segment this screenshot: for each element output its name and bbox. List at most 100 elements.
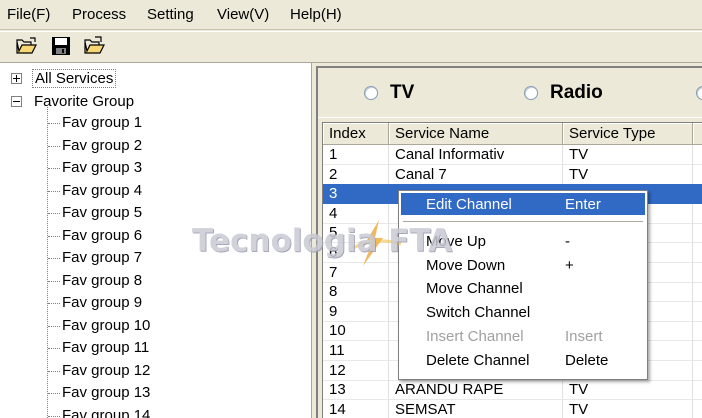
service-type-selector: TV Radio — [318, 68, 702, 118]
menu-edit-channel[interactable]: Edit Channel Enter — [401, 193, 645, 215]
cell-extra — [693, 263, 702, 283]
tree-item-fav-group[interactable]: Fav group 2 — [62, 135, 302, 157]
tree-item-fav-group[interactable]: Fav group 14 — [62, 405, 302, 418]
cell-service-type: TV — [563, 145, 693, 165]
table-row[interactable]: 13 ARANDU RAPE TV — [323, 380, 702, 401]
tree-item-label: Favorite Group — [34, 93, 135, 110]
cell-service-type: TV — [563, 380, 693, 401]
tree-item-fav-group[interactable]: Fav group 3 — [62, 157, 302, 179]
tree-connector — [48, 145, 60, 147]
save-button[interactable] — [50, 36, 74, 58]
tree-item-label: Fav group 14 — [62, 406, 151, 418]
tree-item-fav-group[interactable]: Fav group 4 — [62, 180, 302, 202]
menu-item-label: Edit Channel — [426, 196, 512, 213]
open-folder-icon — [16, 37, 37, 54]
cell-index: 10 — [323, 321, 389, 342]
tree-item-fav-group[interactable]: Fav group 10 — [62, 315, 302, 337]
menu-view[interactable]: View(V) — [217, 6, 269, 23]
tree-item-label: Fav group 12 — [62, 361, 151, 379]
radio-button-icon[interactable] — [696, 86, 702, 100]
cell-index: 1 — [323, 145, 389, 165]
open-file-button[interactable] — [84, 36, 108, 58]
menu-move-channel[interactable]: Move Channel — [401, 277, 645, 299]
column-extra[interactable] — [693, 123, 702, 145]
table-header: Index Service Name Service Type — [323, 123, 702, 145]
tree-connector — [48, 235, 60, 237]
cell-extra — [693, 184, 702, 205]
open-file-icon — [84, 36, 105, 54]
tree-item-label: Fav group 6 — [62, 226, 143, 244]
expand-plus-icon[interactable] — [11, 73, 22, 84]
menu-item-shortcut: Insert — [565, 328, 603, 345]
menu-delete-channel[interactable]: Delete Channel Delete — [401, 349, 645, 371]
cell-extra — [693, 223, 702, 244]
save-icon — [52, 37, 70, 55]
tree-connector — [48, 168, 60, 169]
toolbar — [0, 31, 702, 63]
tree-connector — [48, 393, 60, 394]
tree-connector — [48, 280, 60, 282]
radio-tv-label: TV — [390, 82, 415, 103]
tree-item-fav-group[interactable]: Fav group 1 — [62, 112, 302, 134]
radio-radio[interactable]: Radio — [524, 82, 624, 104]
column-index[interactable]: Index — [323, 123, 389, 145]
cell-extra — [693, 341, 702, 361]
radio-partial[interactable] — [696, 82, 702, 104]
cell-extra — [693, 282, 702, 303]
tree-item-fav-group[interactable]: Fav group 6 — [62, 225, 302, 247]
cell-service-type: TV — [563, 164, 693, 185]
tree-connector — [48, 348, 60, 349]
open-folder-button[interactable] — [16, 36, 40, 58]
menu-item-label: Move Down — [426, 257, 506, 274]
menu-file[interactable]: File(F) — [7, 6, 50, 23]
tree-item-label: Fav group 7 — [62, 249, 143, 266]
table-row[interactable]: 14 SEMSAT TV — [323, 399, 702, 418]
tree-item-all-services[interactable]: All Services — [0, 67, 311, 89]
radio-button-icon[interactable] — [364, 86, 378, 100]
menu-help[interactable]: Help(H) — [290, 6, 342, 23]
cell-index: 11 — [323, 341, 389, 361]
column-service-name[interactable]: Service Name — [389, 123, 563, 145]
cell-index: 13 — [323, 380, 389, 401]
menu-move-down[interactable]: Move Down + — [401, 254, 645, 276]
tree-connector — [48, 325, 60, 327]
collapse-minus-icon[interactable] — [11, 96, 22, 107]
menu-item-label: Move Up — [426, 233, 487, 250]
tree-item-label: Fav group 8 — [62, 271, 143, 289]
tree-item-label: All Services — [32, 69, 117, 88]
cell-service-name: Canal Informativ — [389, 145, 563, 165]
menu-process[interactable]: Process — [72, 6, 126, 23]
tree-item-label: Fav group 10 — [62, 316, 151, 334]
tree-item-fav-group[interactable]: Fav group 7 — [62, 247, 302, 269]
menu-setting[interactable]: Setting — [147, 6, 194, 23]
tree-item-label: Fav group 9 — [62, 294, 143, 311]
tree-item-label: Fav group 11 — [62, 339, 150, 356]
radio-tv[interactable]: TV — [364, 82, 444, 104]
tree-item-fav-group[interactable]: Fav group 8 — [62, 270, 302, 292]
menu-item-shortcut: + — [565, 257, 574, 274]
column-service-type[interactable]: Service Type — [563, 123, 693, 145]
tree-connector — [48, 370, 60, 372]
tree-item-fav-group[interactable]: Fav group 13 — [62, 382, 302, 404]
tree-item-label: Fav group 4 — [62, 181, 143, 199]
cell-index: 8 — [323, 282, 389, 303]
group-tree: All Services Favorite Group Fav group 1 F… — [0, 63, 312, 418]
tree-item-fav-group[interactable]: Fav group 9 — [62, 292, 302, 314]
tree-item-fav-group[interactable]: Fav group 11 — [62, 337, 302, 359]
tree-connector — [48, 123, 60, 124]
cell-service-name: Canal 7 — [389, 164, 563, 185]
cell-index: 12 — [323, 360, 389, 381]
tree-connector — [48, 190, 60, 192]
radio-button-icon[interactable] — [524, 86, 538, 100]
menu-switch-channel[interactable]: Switch Channel — [401, 301, 645, 323]
tree-item-label: Fav group 5 — [62, 204, 143, 221]
tree-item-fav-group[interactable]: Fav group 12 — [62, 360, 302, 382]
cell-service-type: TV — [563, 399, 693, 418]
table-row[interactable]: 1 Canal Informativ TV — [323, 145, 702, 165]
menu-move-up[interactable]: Move Up - — [401, 230, 645, 252]
tree-item-fav-group[interactable]: Fav group 5 — [62, 202, 302, 224]
menu-item-label: Switch Channel — [426, 304, 531, 321]
table-row[interactable]: 2 Canal 7 TV — [323, 164, 702, 185]
radio-radio-label: Radio — [550, 82, 603, 103]
cell-extra — [693, 145, 702, 165]
